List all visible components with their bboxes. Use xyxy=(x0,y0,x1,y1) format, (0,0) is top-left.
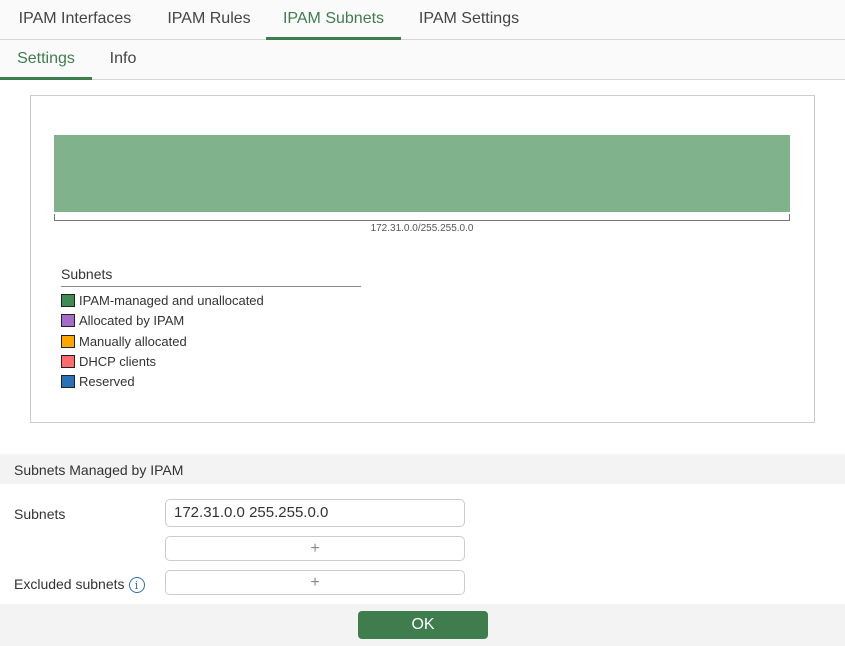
ok-button[interactable]: OK xyxy=(358,611,488,639)
tab-ipam-settings[interactable]: IPAM Settings xyxy=(417,0,521,40)
tab-ipam-subnets[interactable]: IPAM Subnets xyxy=(266,0,401,40)
subnet-bar xyxy=(54,135,790,212)
legend-item: DHCP clients xyxy=(61,354,156,369)
top-tab-bar: IPAM Interfaces IPAM Rules IPAM Subnets … xyxy=(0,0,845,40)
tab-ipam-interfaces[interactable]: IPAM Interfaces xyxy=(16,0,134,40)
legend-swatch xyxy=(61,354,75,368)
legend-label: DHCP clients xyxy=(79,353,157,369)
legend-label: Reserved xyxy=(79,374,135,390)
legend-label: Manually allocated xyxy=(79,333,187,349)
excluded-subnets-label: Excluded subnets i xyxy=(14,576,145,594)
tab-ipam-rules[interactable]: IPAM Rules xyxy=(166,0,252,40)
legend-item: Allocated by IPAM xyxy=(61,313,184,328)
legend-label: Allocated by IPAM xyxy=(79,313,185,329)
legend-label: IPAM-managed and unallocated xyxy=(79,293,264,308)
legend-swatch xyxy=(61,314,75,328)
excluded-subnets-text: Excluded subnets xyxy=(14,576,125,592)
section-header: Subnets Managed by IPAM xyxy=(0,454,845,484)
info-icon[interactable]: i xyxy=(128,577,145,594)
subnet-bar-label: 172.31.0.0/255.255.0.0 xyxy=(370,223,474,234)
legend-title: Subnets xyxy=(61,266,361,287)
legend-swatch xyxy=(61,375,75,389)
subtab-settings[interactable]: Settings xyxy=(0,40,92,80)
subnets-label: Subnets xyxy=(14,506,66,522)
add-subnet-button[interactable]: + xyxy=(165,536,465,561)
legend-item: Manually allocated xyxy=(61,334,187,349)
legend-swatch xyxy=(61,294,75,307)
subnet-axis xyxy=(54,214,790,221)
subtab-info[interactable]: Info xyxy=(106,40,140,80)
legend-item: IPAM-managed and unallocated xyxy=(61,293,264,308)
legend-item: Reserved xyxy=(61,374,135,389)
legend-swatch xyxy=(61,334,75,348)
add-excluded-subnet-button[interactable]: + xyxy=(165,570,465,595)
sub-tab-bar: Settings Info xyxy=(0,40,845,80)
subnets-input[interactable]: 172.31.0.0 255.255.0.0 xyxy=(165,499,465,527)
